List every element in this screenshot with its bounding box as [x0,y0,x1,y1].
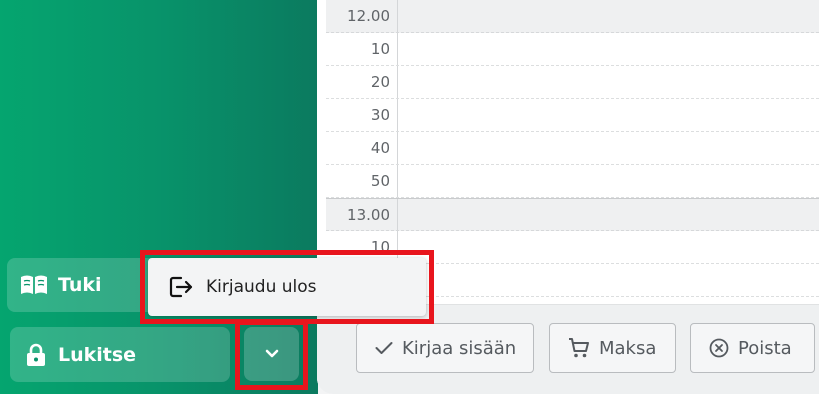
pay-button[interactable]: Maksa [549,323,676,373]
time-label: 10 [326,33,398,65]
lock-icon [27,343,45,366]
lock-label: Lukitse [58,343,137,366]
time-label: 20 [326,66,398,98]
time-slot-cell[interactable] [398,199,819,230]
time-slot-cell[interactable] [398,33,819,65]
time-slot-row[interactable]: 40 [326,132,819,165]
time-label: 30 [326,99,398,131]
time-slot-row[interactable]: 30 [326,99,819,132]
delete-button[interactable]: Poista [690,323,815,373]
time-slot-cell[interactable] [398,264,819,296]
cart-icon [569,338,589,358]
highlight-box-toggle [235,320,308,390]
checkin-button[interactable]: Kirjaa sisään [356,323,534,373]
time-slot-cell[interactable] [398,99,819,131]
check-icon [375,342,393,354]
pay-label: Maksa [599,337,657,359]
time-slot-cell[interactable] [398,231,819,263]
schedule-panel: 12.00 10 20 30 40 50 13.00 10 Kirjaa sisään Mak… [317,0,819,394]
delete-label: Poista [738,337,792,359]
support-button[interactable]: Tuki [7,258,157,312]
support-label: Tuki [58,274,102,296]
time-label: 13.00 [326,199,398,230]
highlight-box-menu [140,250,434,324]
time-slot-row[interactable]: 13.00 [326,198,819,231]
time-slot-row[interactable]: 12.00 [326,0,819,33]
lock-button[interactable]: Lukitse [10,327,230,382]
close-circle-icon [709,338,729,358]
time-label: 40 [326,132,398,164]
time-slot-cell[interactable] [398,132,819,164]
time-slot-row[interactable]: 20 [326,66,819,99]
time-slot-cell[interactable] [398,0,819,32]
time-slot-row[interactable]: 50 [326,165,819,198]
time-label: 12.00 [326,0,398,32]
checkin-label: Kirjaa sisään [402,337,517,359]
book-icon [21,275,47,294]
time-slot-cell[interactable] [398,165,819,197]
time-slot-cell[interactable] [398,66,819,98]
time-slot-row[interactable]: 10 [326,33,819,66]
time-label: 50 [326,165,398,197]
